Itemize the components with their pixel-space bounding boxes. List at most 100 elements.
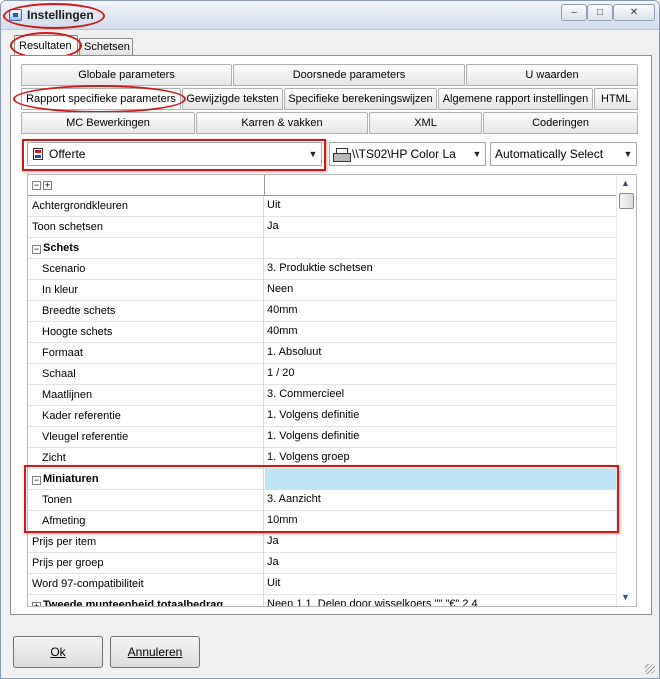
property-name: Afmeting (28, 511, 264, 532)
property-name-text: Afmeting (42, 515, 86, 527)
property-value[interactable]: 1. Absoluut (265, 343, 616, 364)
grid-row[interactable]: Afmeting 10mm (28, 511, 616, 532)
property-name: Hoogte schets (28, 322, 264, 343)
property-value[interactable]: Ja (265, 217, 616, 238)
property-name-text: Vleugel referentie (42, 431, 129, 443)
grid-row[interactable]: Hoogte schets 40mm (28, 322, 616, 343)
property-value[interactable]: 10mm (265, 511, 616, 532)
property-name: − Schets (28, 238, 264, 259)
grid-row[interactable]: Scenario 3. Produktie schetsen (28, 259, 616, 280)
property-value[interactable]: 40mm (265, 322, 616, 343)
property-value[interactable]: 3. Produktie schetsen (265, 259, 616, 280)
property-name-text: Formaat (42, 347, 83, 359)
property-name-text: Hoogte schets (42, 326, 113, 338)
grid-row[interactable]: Maatlijnen 3. Commercieel (28, 385, 616, 406)
property-value[interactable]: 3. Aanzicht (265, 490, 616, 511)
tab-globale-parameters[interactable]: Globale parameters (21, 64, 232, 86)
property-value[interactable]: 40mm (265, 301, 616, 322)
property-value[interactable]: 1. Volgens groep (265, 448, 616, 469)
mode-select[interactable]: Automatically Select ▼ (490, 142, 637, 166)
property-value[interactable]: 1. Volgens definitie (265, 406, 616, 427)
tab-xml[interactable]: XML (369, 112, 482, 134)
tab-coderingen[interactable]: Coderingen (483, 112, 638, 134)
tab-resultaten[interactable]: Resultaten (14, 35, 78, 55)
printer-select[interactable]: \\TS02\HP Color La ▼ (329, 142, 486, 166)
tab-mc-bewerkingen[interactable]: MC Bewerkingen (21, 112, 195, 134)
grid-header: − + (28, 175, 616, 196)
property-name-text: Zicht (42, 452, 66, 464)
cancel-button[interactable]: Annuleren (110, 636, 200, 668)
grid-row[interactable]: Prijs per item Ja (28, 532, 616, 553)
property-value[interactable] (265, 238, 616, 259)
property-name: Formaat (28, 343, 264, 364)
grid-row[interactable]: Kader referentie 1. Volgens definitie (28, 406, 616, 427)
resize-grip[interactable] (645, 664, 655, 674)
grid-row[interactable]: Toon schetsen Ja (28, 217, 616, 238)
tab-algemene-rapport-instellingen[interactable]: Algemene rapport instellingen (438, 88, 593, 110)
tab-karren-vakken[interactable]: Karren & vakken (196, 112, 368, 134)
property-name-text: Prijs per groep (32, 557, 104, 569)
scroll-down-icon[interactable]: ▼ (621, 592, 630, 602)
property-name-text: Prijs per item (32, 536, 97, 548)
grid-row[interactable]: Achtergrondkleuren Uit (28, 196, 616, 217)
tab-gewijzigde-teksten[interactable]: Gewijzigde teksten (182, 88, 283, 110)
grid-row[interactable]: Word 97-compatibiliteit Uit (28, 574, 616, 595)
property-name: Prijs per groep (28, 553, 264, 574)
property-value[interactable]: Ja (265, 532, 616, 553)
property-value[interactable]: Neen (265, 280, 616, 301)
grid-section-row[interactable]: + Tweede munteenheid totaalbedrag Neen 1.1… (28, 595, 616, 607)
maximize-button[interactable]: □ (587, 4, 613, 21)
chevron-down-icon[interactable]: ▼ (305, 143, 321, 165)
property-name-text: Word 97-compatibiliteit (32, 578, 144, 590)
grid-row[interactable]: Breedte schets 40mm (28, 301, 616, 322)
collapse-all-icon[interactable]: − (32, 181, 41, 190)
expand-all-icon[interactable]: + (43, 181, 52, 190)
title-bar[interactable]: Instellingen ‒ □ ✕ (1, 1, 659, 30)
property-value[interactable]: Uit (265, 574, 616, 595)
property-name-text: Tweede munteenheid totaalbedrag (43, 599, 224, 607)
property-name: − Miniaturen (28, 469, 264, 490)
scroll-thumb[interactable] (619, 193, 634, 209)
grid-row[interactable]: Zicht 1. Volgens groep (28, 448, 616, 469)
collapse-icon[interactable]: − (32, 476, 41, 485)
property-name: Achtergrondkleuren (28, 196, 264, 217)
close-button[interactable]: ✕ (613, 4, 655, 21)
grid-section-row[interactable]: − Miniaturen (28, 469, 616, 490)
grid-row[interactable]: Prijs per groep Ja (28, 553, 616, 574)
property-value[interactable] (265, 469, 616, 490)
property-name: Toon schetsen (28, 217, 264, 238)
scroll-up-icon[interactable]: ▲ (621, 178, 630, 188)
grid-row[interactable]: Schaal 1 / 20 (28, 364, 616, 385)
chevron-down-icon[interactable]: ▼ (469, 143, 485, 165)
property-value[interactable]: Ja (265, 553, 616, 574)
report-icon (33, 148, 43, 160)
tab-rapport-specifieke-parameters[interactable]: Rapport specifieke parameters (21, 88, 181, 110)
ok-button-label: Ok (50, 645, 66, 659)
collapse-icon[interactable]: − (32, 245, 41, 254)
property-value[interactable]: 1. Volgens definitie (265, 427, 616, 448)
grid-row[interactable]: In kleur Neen (28, 280, 616, 301)
property-value[interactable]: Neen 1.1. Delen door wisselkoers "" "€" … (265, 595, 616, 606)
tab-doorsnede-parameters[interactable]: Doorsnede parameters (233, 64, 465, 86)
tab-u-waarden[interactable]: U waarden (466, 64, 638, 86)
grid-row[interactable]: Formaat 1. Absoluut (28, 343, 616, 364)
report-select-value: Offerte (49, 147, 86, 161)
vertical-scrollbar[interactable]: ▲ ▼ (616, 175, 636, 606)
property-value[interactable]: Uit (265, 196, 616, 217)
property-value[interactable]: 1 / 20 (265, 364, 616, 385)
property-value[interactable]: 3. Commercieel (265, 385, 616, 406)
ok-button[interactable]: Ok (13, 636, 103, 668)
property-name: Schaal (28, 364, 264, 385)
grid-row[interactable]: Vleugel referentie 1. Volgens definitie (28, 427, 616, 448)
grid-section-row[interactable]: − Schets (28, 238, 616, 259)
expand-icon[interactable]: + (32, 602, 41, 606)
tab-specifieke-berekeningswijzen[interactable]: Specifieke berekeningswijzen (284, 88, 437, 110)
grid-row[interactable]: Tonen 3. Aanzicht (28, 490, 616, 511)
app-icon (9, 9, 22, 21)
chevron-down-icon[interactable]: ▼ (620, 143, 636, 165)
tab-html[interactable]: HTML (594, 88, 638, 110)
report-select[interactable]: Offerte ▼ (27, 142, 322, 166)
tab-schetsen[interactable]: Schetsen (79, 38, 133, 55)
property-grid[interactable]: − + Achtergrondkleuren Uit Toon schetsen Ja… (27, 174, 637, 607)
minimize-button[interactable]: ‒ (561, 4, 587, 21)
